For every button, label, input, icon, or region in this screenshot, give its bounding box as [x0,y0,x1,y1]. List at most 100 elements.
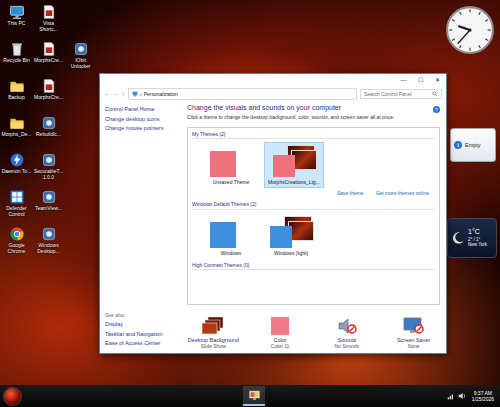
desktop-icon-label: Recycle Bin [1,58,32,64]
desktop-icon-label: TeamView... [33,206,64,212]
theme-setting[interactable]: Desktop BackgroundSlide Show [187,316,240,349]
desktop-icon[interactable]: MorphsCre... [33,78,64,115]
theme-name: Unsaved Theme [213,179,250,185]
theme-group: High Contrast Themes (0) [192,261,435,271]
theme-setting[interactable]: ColorColor 11 [254,316,307,349]
desktop-icon[interactable]: Vista Shortc... [33,4,64,41]
setting-label: Screen Saver [397,337,430,343]
sidebar-links: Control Panel Home Change desktop icons Ch… [105,106,180,132]
nav-button[interactable]: ↑ [122,91,125,97]
app-icon [73,41,89,57]
desktop-icon[interactable]: IObit Unlocker [65,41,96,78]
sidebar-link[interactable]: Change mouse pointers [105,125,180,132]
theme-thumbnail [273,145,315,177]
see-also-link[interactable]: Taskbar and Navigation [105,331,180,338]
sidebar-link[interactable]: Change desktop icons [105,116,180,123]
desktop-icon-label: This PC [1,21,32,27]
themes-list: My Themes (2)Unsaved ThemeMorphsCreation… [187,127,440,305]
info-icon[interactable]: i [454,141,462,149]
weather-info: 1°C2° / 1°New York [468,228,487,247]
sidebar-link[interactable]: Control Panel Home [105,106,180,113]
desktop-icon[interactable]: This PC [1,4,32,41]
recycle-gadget[interactable]: iEmpty [450,128,496,162]
desktop-icon-label: MorphsCre... [33,95,64,101]
help-icon[interactable]: ? [433,106,440,113]
breadcrumb-item[interactable]: Personalization [144,91,178,97]
desktop-screen: This PC Recycle Bin Backup Morphs_De... Daem… [0,0,500,407]
desktop-icon[interactable]: Windows Desktop... [33,226,64,263]
app-icon [41,152,57,168]
desktop-icon-label: RebuildIc... [33,132,64,138]
desktop-icon[interactable]: Defender Control [1,189,32,226]
nav-button[interactable]: ← [104,91,110,97]
theme-setting[interactable]: Screen SaverNone [387,316,440,349]
breadcrumb[interactable]: ›Personalization [128,88,357,100]
app-icon [41,226,57,242]
window-control-button[interactable]: ☐ [412,74,429,87]
taskbar-clock[interactable]: 9:37 AM1/25/2026 [469,390,497,403]
file-icon [41,4,57,20]
desktop-icon[interactable]: MorphsCre... [33,41,64,78]
desktop-icon[interactable]: SecurableT... 1.0.0 [33,152,64,189]
app-icon [41,189,57,205]
desktop-icon-label: Morphs_De... [1,132,32,138]
screensaver-icon [402,316,426,336]
theme-setting[interactable]: SoundsNo Sounds [321,316,374,349]
theme-group: My Themes (2)Unsaved ThemeMorphsCreation… [192,130,435,199]
speaker-icon[interactable] [458,392,466,400]
desktop-icon[interactable]: Daemon To... [1,152,32,189]
pc-icon [9,4,25,20]
heading: Change the visuals and sounds on your co… [187,103,341,112]
color-icon [268,316,292,336]
theme-thumbnail [210,145,252,177]
see-also-link[interactable]: Ease of Access Center [105,340,180,347]
theme-link[interactable]: Get more themes online [376,190,429,196]
desktop-icon[interactable]: Recycle Bin [1,41,32,78]
search-field[interactable]: Search Control Panel [360,89,442,99]
see-also-link[interactable]: Display [105,321,180,328]
breadcrumb-item[interactable]: › [140,91,142,97]
desktop-icon[interactable]: RebuildIc... [33,115,64,152]
bin-icon [9,41,25,57]
window-control-button[interactable]: — [395,74,412,87]
description: Click a theme to change the desktop back… [187,114,440,121]
network-icon[interactable] [447,392,455,400]
start-button[interactable] [3,387,22,406]
desktop-icon[interactable]: Google Chrome [1,226,32,263]
weather-temperature: 1°C [468,228,487,236]
header-row: Change the visuals and sounds on your co… [187,103,440,113]
desktop-icon-label: MorphsCre... [33,58,64,64]
theme-thumbnail [210,216,252,248]
theme-tile[interactable]: Windows [204,213,258,259]
setting-label: Desktop Background [188,337,239,343]
theme-link[interactable]: Save theme [337,190,364,196]
folder-icon [9,115,25,131]
desktop-icon-label: Windows Desktop... [33,243,64,254]
clock-gadget[interactable] [445,5,495,55]
main-content: Change the visuals and sounds on your co… [184,101,446,353]
theme-settings: Desktop BackgroundSlide Show ColorColor 1… [187,312,440,349]
theme-tile[interactable]: Unsaved Theme [204,142,258,188]
setting-label: Color [274,337,287,343]
setting-value: Slide Show [201,343,226,349]
theme-group-title: Windows Default Themes (2) [192,200,435,210]
desktop-icon[interactable]: TeamView... [33,189,64,226]
theme-tile[interactable]: Windows (light) [264,213,318,259]
desktop-icon[interactable]: Morphs_De... [1,115,32,152]
desktop-icon-label: SecurableT... 1.0.0 [33,169,64,180]
theme-tile[interactable]: MorphsCreations_Lig... [264,142,324,188]
nav-button[interactable]: → [113,91,119,97]
desktop-icon-label: Daemon To... [1,169,32,175]
weather-gadget[interactable]: 1°C2° / 1°New York [447,218,497,258]
desktop-icon[interactable]: Backup [1,78,32,115]
window-control-button[interactable]: ✕ [429,74,446,87]
sidebar: Control Panel Home Change desktop icons Ch… [100,101,184,353]
desktop-icon-label: Defender Control [1,206,32,217]
search-placeholder: Search Control Panel [364,91,412,97]
theme-links: Save theme Get more themes online [192,188,435,198]
weather-range: 2° / 1° [468,237,487,242]
taskbar-app-button[interactable] [243,386,265,406]
title-bar[interactable]: —☐✕ [100,74,446,87]
windows-icon [9,189,25,205]
recycle-status: Empty [465,142,481,148]
